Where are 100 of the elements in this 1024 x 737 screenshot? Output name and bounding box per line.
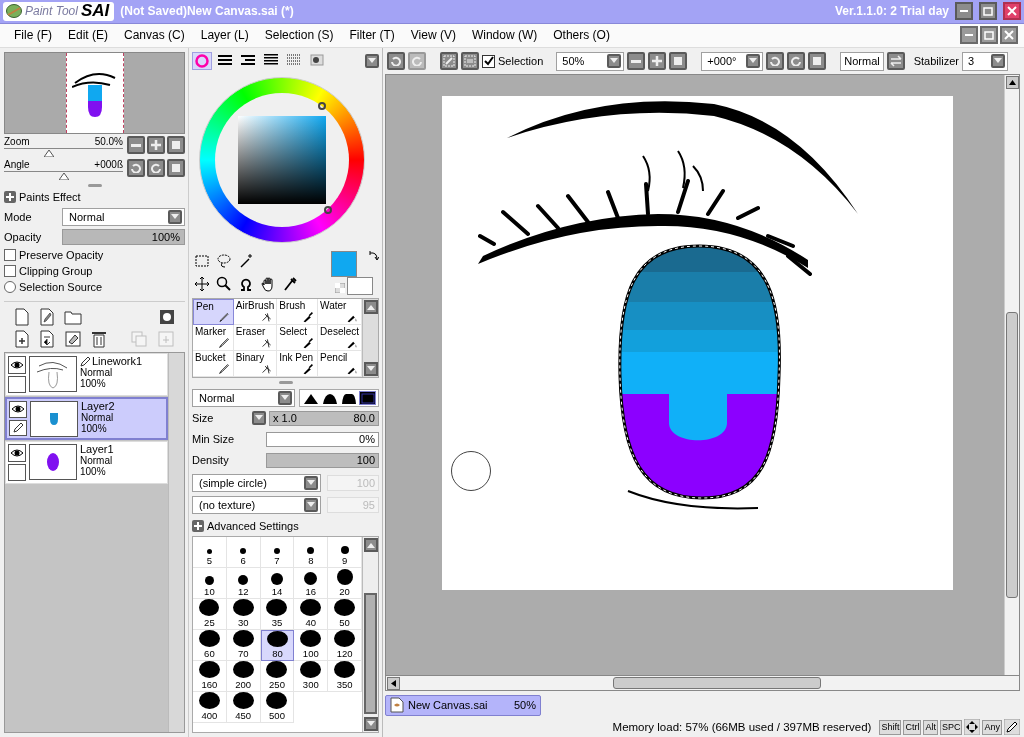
reset-zoom-button[interactable] [167, 136, 185, 154]
tool-item[interactable]: Ink Pen [277, 351, 319, 377]
brush-size-option[interactable]: 5 [193, 537, 227, 568]
brush-size-option[interactable]: 12 [226, 568, 261, 599]
rotate-right-button[interactable] [787, 52, 806, 70]
horizontal-scrollbar[interactable] [385, 676, 1020, 691]
zoom-in-button[interactable] [147, 136, 165, 154]
zoom-icon[interactable] [216, 276, 232, 292]
opacity-slider[interactable]: 100% [62, 229, 185, 245]
transfer-down-icon[interactable] [39, 330, 55, 348]
brush-size-option[interactable]: 500 [260, 692, 295, 723]
brush-size-option[interactable]: 70 [226, 630, 261, 661]
size-slider[interactable]: x 1.0 80.0 [269, 410, 379, 426]
tool-item[interactable]: AirBrush [233, 299, 278, 325]
tool-item[interactable]: Brush [277, 299, 319, 325]
brush-size-option[interactable]: 250 [260, 661, 295, 692]
edit-target-toggle[interactable] [8, 463, 26, 481]
rotate-left-button[interactable] [127, 159, 145, 177]
mode-dropdown[interactable]: Normal [62, 208, 185, 226]
brush-size-option[interactable]: 9 [328, 537, 362, 568]
rectangle-select-icon[interactable] [194, 253, 210, 269]
maximize-button[interactable] [980, 26, 998, 44]
edit-target-toggle[interactable] [9, 419, 27, 436]
dropdown-arrow-button[interactable] [304, 476, 318, 490]
menu-item[interactable]: Canvas (C) [116, 26, 193, 44]
invert-selection-button[interactable] [461, 52, 479, 70]
brush-size-option[interactable]: 10 [193, 568, 227, 599]
brush-size-option[interactable]: 20 [328, 568, 362, 599]
brush-size-option[interactable]: 160 [193, 661, 227, 692]
close-button[interactable] [1000, 26, 1018, 44]
brush-size-option[interactable]: 60 [193, 630, 227, 661]
flip-horizontal-button[interactable] [886, 52, 905, 70]
primary-color-swatch[interactable] [331, 251, 357, 277]
zoom-out-button[interactable] [127, 136, 145, 154]
stabilizer-dropdown[interactable]: 3 [961, 51, 1008, 71]
brush-size-option[interactable]: 8 [294, 537, 329, 568]
checkbox[interactable] [482, 54, 495, 68]
tool-item[interactable]: Pen [193, 299, 234, 325]
menu-item[interactable]: Edit (E) [60, 26, 116, 44]
clear-layer-icon[interactable] [64, 330, 82, 348]
brush-texture-dropdown[interactable]: (no texture) [192, 496, 321, 514]
trash-icon[interactable] [91, 330, 107, 348]
dropdown-arrow-button[interactable] [304, 498, 318, 512]
blend-mode-dropdown[interactable]: Normal [192, 389, 295, 407]
color-marker[interactable] [324, 206, 332, 214]
zoom-in-button[interactable] [648, 52, 667, 70]
menu-item[interactable]: View (V) [402, 26, 464, 44]
new-layer-icon[interactable] [14, 308, 30, 326]
brush-size-option[interactable]: 120 [328, 630, 362, 661]
scrollbar[interactable] [168, 353, 184, 732]
brush-shape-option[interactable] [340, 391, 357, 405]
scrollbar[interactable] [362, 299, 378, 377]
brush-size-option[interactable]: 7 [260, 537, 295, 568]
transparent-color-icon[interactable] [335, 283, 345, 293]
eyedropper-icon[interactable] [282, 276, 298, 292]
layer-item[interactable]: Layer2 Normal 100% [5, 397, 168, 440]
menu-item[interactable]: Selection (S) [256, 26, 342, 44]
close-button[interactable] [1003, 2, 1021, 20]
slider-track[interactable] [4, 148, 123, 157]
minimize-button[interactable] [955, 2, 973, 20]
reset-rotation-button[interactable] [167, 159, 185, 177]
brush-size-option[interactable]: 14 [260, 568, 295, 599]
brush-shape-option[interactable] [321, 391, 338, 405]
zoom-dropdown[interactable]: 50% [556, 51, 625, 71]
size-range-button[interactable] [252, 411, 266, 425]
copy-layer-icon[interactable] [14, 330, 30, 348]
menu-item[interactable]: Layer (L) [192, 26, 257, 44]
dropdown-arrow-button[interactable] [278, 391, 292, 405]
lasso-icon[interactable] [216, 253, 232, 269]
density-slider[interactable]: 100 [266, 452, 379, 468]
tool-item[interactable]: Binary [233, 351, 278, 377]
undo-button[interactable] [387, 52, 405, 70]
layer-mask-icon[interactable] [159, 309, 175, 325]
document-tab[interactable]: New Canvas.sai 50% [385, 694, 541, 716]
angle-dropdown[interactable]: +000° [701, 51, 764, 71]
secondary-color-swatch[interactable] [347, 277, 373, 295]
slider-thumb[interactable] [58, 173, 69, 180]
brush-size-option[interactable]: 200 [226, 661, 261, 692]
brush-size-option[interactable]: 350 [328, 661, 362, 692]
checkbox[interactable] [4, 249, 16, 261]
folder-icon[interactable] [64, 309, 82, 325]
scrollbar[interactable] [362, 537, 378, 732]
rotate-icon[interactable] [238, 276, 254, 292]
menu-item[interactable]: Window (W) [463, 26, 546, 44]
tool-item[interactable]: Select [277, 325, 319, 351]
dropdown-arrow-button[interactable] [990, 54, 1005, 68]
slider-thumb[interactable] [44, 150, 55, 157]
new-linework-layer-icon[interactable] [39, 308, 55, 326]
saturation-value-square[interactable] [238, 116, 326, 204]
panel-menu-button[interactable] [365, 54, 379, 68]
layer-item[interactable]: Linework1 Normal 100% [5, 353, 168, 396]
brush-size-option[interactable]: 25 [193, 599, 227, 630]
layer-item[interactable]: Layer1 Normal 100% [5, 441, 168, 484]
dropdown-arrow-button[interactable] [607, 54, 622, 68]
dropdown-arrow-button[interactable] [168, 210, 182, 224]
magic-wand-icon[interactable] [238, 253, 254, 269]
brush-shape-dropdown[interactable]: (simple circle) [192, 474, 321, 492]
deselect-button[interactable] [440, 52, 458, 70]
reset-rotation-button[interactable] [808, 52, 827, 70]
move-icon[interactable] [194, 276, 210, 292]
